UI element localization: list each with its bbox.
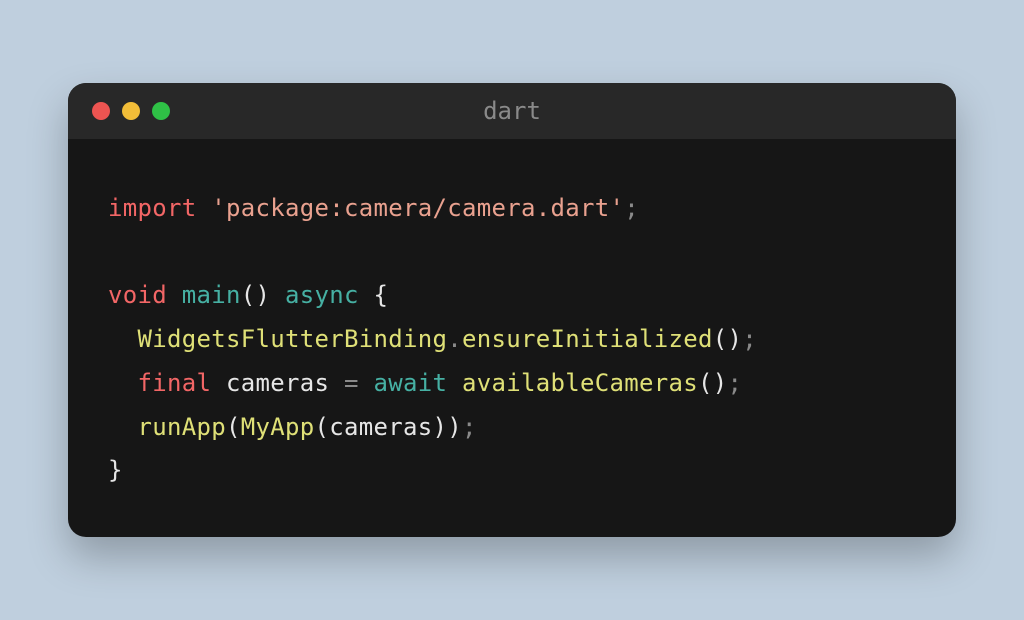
window-title: dart [483,97,541,125]
function-call: availableCameras [462,369,698,397]
code-line: void main() async { [108,274,916,318]
titlebar: dart [68,83,956,139]
traffic-lights [92,102,170,120]
keyword-final: final [138,369,212,397]
class-name: MyApp [241,413,315,441]
code-line: WidgetsFlutterBinding.ensureInitialized(… [108,318,916,362]
semicolon: ; [728,369,743,397]
dot: . [447,325,462,353]
maximize-icon[interactable] [152,102,170,120]
brace-close: } [108,456,123,484]
semicolon: ; [742,325,757,353]
function-call: runApp [138,413,227,441]
identifier: WidgetsFlutterBinding [138,325,448,353]
blank-line [108,231,916,275]
code-area[interactable]: import 'package:camera/camera.dart'; voi… [68,139,956,537]
code-line: } [108,449,916,493]
paren-close: ) [256,281,271,309]
paren-open: ( [241,281,256,309]
paren-open: ( [713,325,728,353]
semicolon: ; [624,194,639,222]
variable: cameras [226,369,329,397]
code-line: import 'package:camera/camera.dart'; [108,187,916,231]
paren-open: ( [226,413,241,441]
close-icon[interactable] [92,102,110,120]
minimize-icon[interactable] [122,102,140,120]
keyword-await: await [374,369,448,397]
paren-close: ) [727,325,742,353]
keyword-import: import [108,194,197,222]
keyword-async: async [285,281,359,309]
paren-open: ( [315,413,330,441]
code-window: dart import 'package:camera/camera.dart'… [68,83,956,537]
equals: = [344,369,359,397]
method-call: ensureInitialized [462,325,713,353]
paren-close: ) [433,413,448,441]
code-line: final cameras = await availableCameras()… [108,362,916,406]
semicolon: ; [462,413,477,441]
argument: cameras [329,413,432,441]
paren-open: ( [698,369,713,397]
paren-close: ) [713,369,728,397]
brace-open: { [374,281,389,309]
paren-close: ) [447,413,462,441]
code-line: runApp(MyApp(cameras)); [108,406,916,450]
keyword-void: void [108,281,167,309]
function-main: main [182,281,241,309]
string-literal: 'package:camera/camera.dart' [211,194,624,222]
